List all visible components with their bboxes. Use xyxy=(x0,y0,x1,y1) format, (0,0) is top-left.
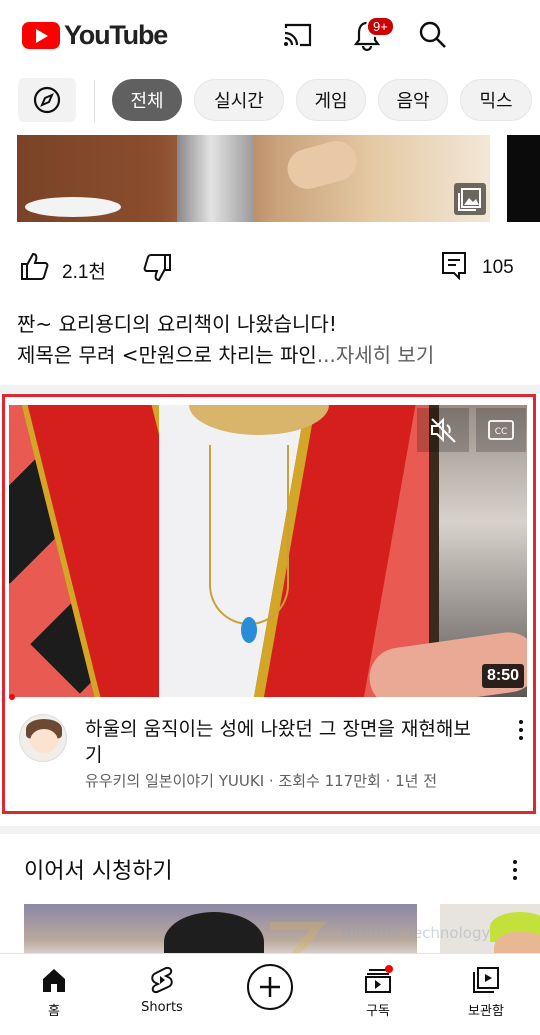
description-line-2: 제목은 무려 <만원으로 차리는 파인...자세히 보기 xyxy=(17,340,522,371)
section-separator xyxy=(0,385,540,393)
like-icon[interactable] xyxy=(18,250,50,282)
next-image-edge[interactable] xyxy=(507,135,540,222)
chip-gaming[interactable]: 게임 xyxy=(296,79,366,121)
plate xyxy=(25,197,121,217)
dislike-icon[interactable] xyxy=(142,252,174,284)
cast-icon[interactable] xyxy=(280,18,314,52)
nav-shorts[interactable]: Shorts xyxy=(117,954,207,1035)
chip-live[interactable]: 실시간 xyxy=(194,79,284,121)
post-actions: 2.1천 105 xyxy=(0,245,540,289)
search-icon[interactable] xyxy=(416,18,450,52)
shelf-title: 이어서 시청하기 xyxy=(24,859,173,884)
comment-icon[interactable] xyxy=(440,250,468,280)
like-count: 2.1천 xyxy=(62,262,106,283)
nav-subscriptions[interactable]: 구독 xyxy=(333,954,423,1035)
menu-dot xyxy=(513,868,517,872)
nav-home-label: 홈 xyxy=(48,1004,60,1019)
create-button[interactable] xyxy=(247,964,293,1010)
plus-icon xyxy=(260,977,280,997)
chip-divider xyxy=(94,80,95,122)
filter-chips-bar: 전체 실시간 게임 음악 믹스 xyxy=(0,78,540,126)
gallery-icon xyxy=(454,183,486,215)
pot xyxy=(177,135,253,222)
section-separator xyxy=(0,826,540,834)
chip-all[interactable]: 전체 xyxy=(112,79,182,121)
nav-shorts-label: Shorts xyxy=(141,1000,183,1015)
youtube-play-icon xyxy=(22,22,60,49)
nav-home[interactable]: 홈 xyxy=(9,954,99,1035)
post-description[interactable]: 짠~ 요리용디의 요리책이 나왔습니다! 제목은 무려 <만원으로 차리는 파인… xyxy=(17,309,522,371)
explore-button[interactable] xyxy=(18,78,76,122)
nav-subscriptions-label: 구독 xyxy=(366,1004,390,1019)
nav-library[interactable]: 보관함 xyxy=(441,954,531,1035)
youtube-logo[interactable]: YouTube xyxy=(22,20,168,51)
menu-dot xyxy=(513,860,517,864)
shorts-icon xyxy=(151,966,173,994)
nav-library-label: 보관함 xyxy=(468,1004,504,1019)
chip-mix[interactable]: 믹스 xyxy=(460,79,532,121)
post-image[interactable] xyxy=(17,135,490,222)
notification-badge: 9+ xyxy=(366,16,395,37)
menu-dot xyxy=(513,876,517,880)
shelf-more-menu[interactable] xyxy=(508,858,522,882)
read-more-link[interactable]: ...자세히 보기 xyxy=(317,343,434,367)
top-app-bar: YouTube 9+ xyxy=(0,0,540,70)
arm xyxy=(283,136,361,194)
library-icon xyxy=(473,967,499,993)
chip-music[interactable]: 음악 xyxy=(378,79,448,121)
highlight-box xyxy=(2,394,536,814)
comment-count: 105 xyxy=(482,257,514,278)
description-text: 제목은 무려 <만원으로 차리는 파인 xyxy=(17,343,317,367)
home-icon xyxy=(43,969,65,992)
description-line-1: 짠~ 요리용디의 요리책이 나왔습니다! xyxy=(17,312,337,336)
compass-icon xyxy=(33,86,61,114)
logo-text: YouTube xyxy=(64,20,168,50)
subscriptions-icon xyxy=(365,965,393,993)
